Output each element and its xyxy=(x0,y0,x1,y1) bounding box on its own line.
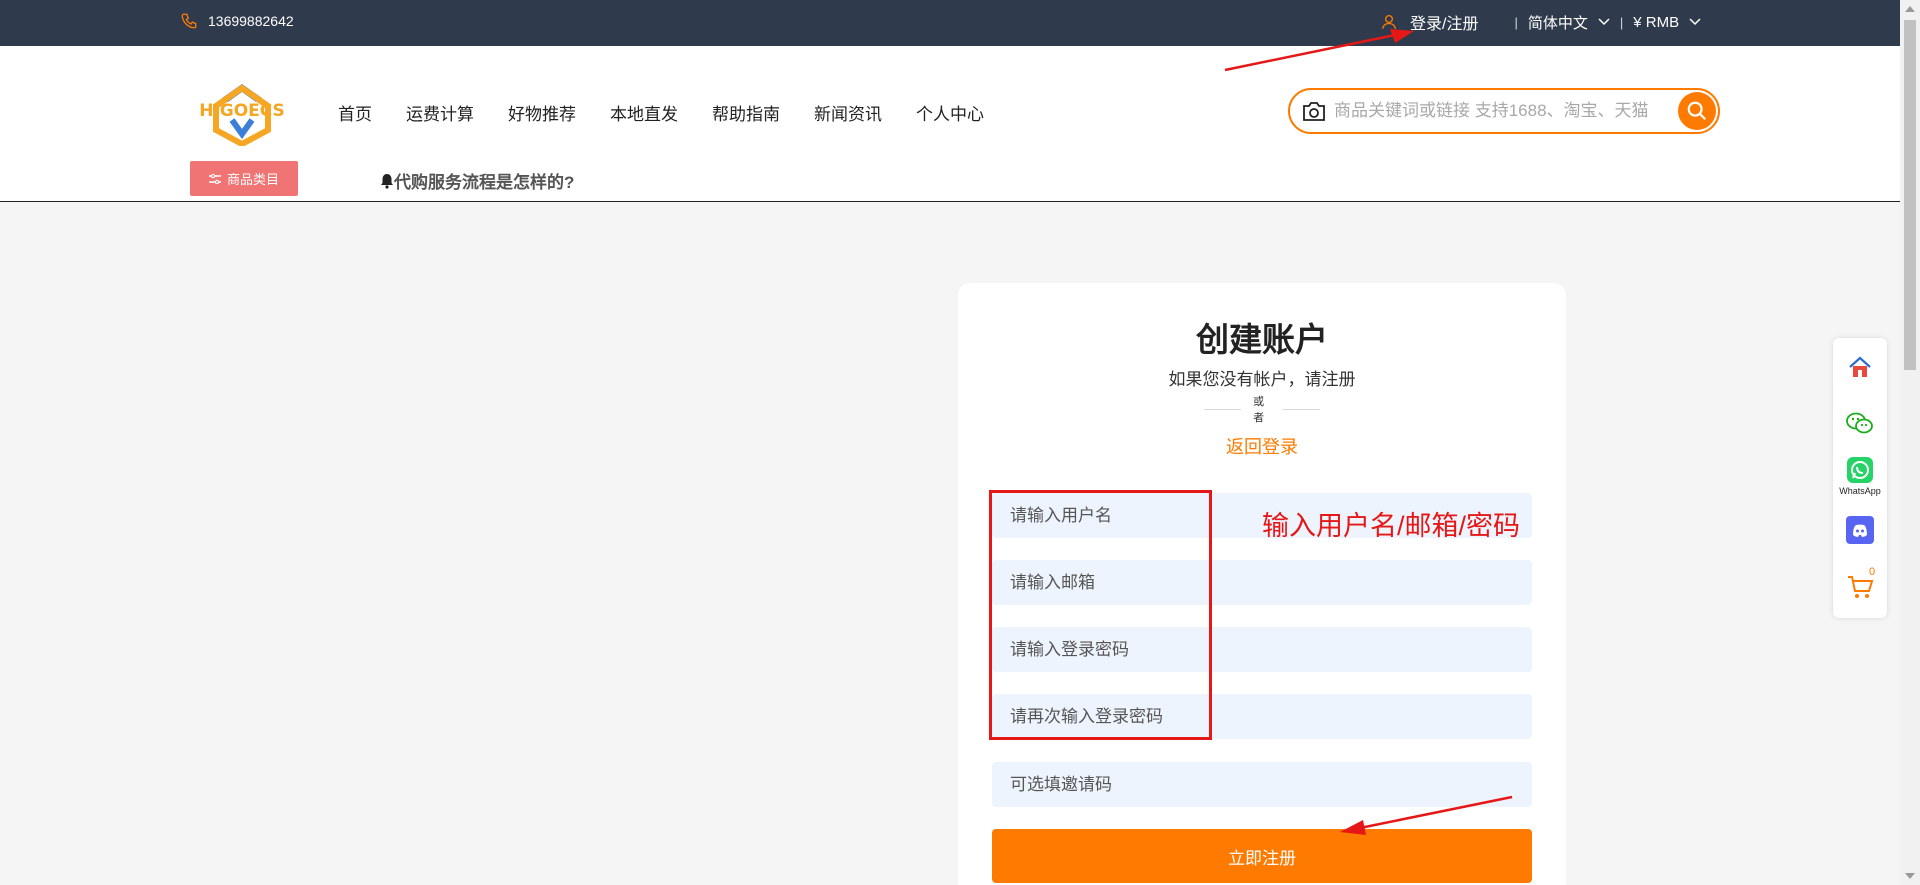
currency-label: ¥ RMB xyxy=(1633,13,1680,31)
logo-wordmark: HIGOECS xyxy=(199,101,285,121)
search-input[interactable] xyxy=(1334,98,1664,124)
search-icon xyxy=(1687,101,1707,121)
nav-recommendations[interactable]: 好物推荐 xyxy=(508,100,576,125)
page-scrollbar[interactable] xyxy=(1900,0,1920,885)
scroll-up-arrow[interactable] xyxy=(1905,6,1915,12)
main-nav: 首页 运费计算 好物推荐 本地直发 帮助指南 新闻资讯 个人中心 xyxy=(338,100,1018,125)
language-select[interactable]: 简体中文 xyxy=(1528,12,1610,33)
nav-local-direct[interactable]: 本地直发 xyxy=(610,100,678,125)
chevron-down-icon xyxy=(1689,18,1701,26)
scroll-down-arrow[interactable] xyxy=(1905,873,1915,879)
divider: | xyxy=(1619,14,1624,30)
home-icon xyxy=(1849,356,1871,377)
search-button[interactable] xyxy=(1678,92,1716,130)
nav-shipping-calculator[interactable]: 运费计算 xyxy=(406,100,474,125)
login-register-label: 登录/注册 xyxy=(1410,16,1479,33)
divider-line xyxy=(1282,408,1320,410)
side-home-button[interactable] xyxy=(1833,354,1887,380)
annotation-label: 输入用户名/邮箱/密码 xyxy=(1262,511,1521,541)
nav-help-guide[interactable]: 帮助指南 xyxy=(712,100,780,125)
wechat-icon xyxy=(1846,412,1873,434)
currency-select[interactable]: ¥ RMB xyxy=(1633,14,1701,31)
scroll-thumb[interactable] xyxy=(1904,20,1916,370)
login-register-link[interactable]: 登录/注册 xyxy=(1380,10,1478,34)
side-toolbar: WhatsApp 0 xyxy=(1833,338,1887,618)
phone-contact[interactable]: 13699882642 xyxy=(180,12,294,30)
discord-icon xyxy=(1846,516,1874,544)
camera-icon[interactable] xyxy=(1302,100,1326,122)
top-bar: 13699882642 登录/注册 | 简体中文 | ¥ RMB xyxy=(0,0,1900,46)
register-button[interactable]: 立即注册 xyxy=(992,829,1532,883)
side-cart-button[interactable]: 0 xyxy=(1833,566,1887,600)
page-subtitle: 如果您没有帐户，请注册 xyxy=(1168,370,1356,389)
bell-icon xyxy=(381,173,393,189)
user-icon xyxy=(1381,14,1397,29)
phone-number: 13699882642 xyxy=(208,13,294,29)
side-discord-button[interactable] xyxy=(1833,516,1887,544)
cart-count-badge: 0 xyxy=(1869,566,1876,578)
phone-icon xyxy=(181,13,197,29)
divider: | xyxy=(1514,14,1518,30)
side-whatsapp-button[interactable]: WhatsApp xyxy=(1833,456,1887,496)
nav-personal-center[interactable]: 个人中心 xyxy=(916,100,984,125)
chevron-down-icon xyxy=(1598,18,1610,26)
side-wechat-button[interactable] xyxy=(1833,411,1887,437)
back-to-login-link[interactable]: 返回登录 xyxy=(958,433,1566,459)
nav-news[interactable]: 新闻资讯 xyxy=(814,100,882,125)
whatsapp-label: WhatsApp xyxy=(1839,486,1881,496)
site-logo[interactable]: HIGOECS xyxy=(188,80,296,148)
language-label: 简体中文 xyxy=(1527,14,1588,32)
nav-home[interactable]: 首页 xyxy=(338,100,372,125)
whatsapp-icon xyxy=(1847,457,1873,483)
site-header: HIGOECS 首页 运费计算 好物推荐 本地直发 帮助指南 新闻资讯 个人中心… xyxy=(0,46,1900,202)
invite-code-input[interactable] xyxy=(992,762,1532,807)
category-button-label: 商品类目 xyxy=(226,172,279,187)
notice-text: 代购服务流程是怎样的? xyxy=(394,173,575,192)
search-bar xyxy=(1288,88,1720,134)
filter-icon xyxy=(208,173,221,184)
service-notice[interactable]: 代购服务流程是怎样的? xyxy=(380,168,574,193)
or-label: 或者 xyxy=(1253,396,1265,424)
annotation-box xyxy=(989,490,1212,740)
or-divider: 或者 xyxy=(1192,396,1332,424)
divider-line xyxy=(1204,408,1242,410)
category-button[interactable]: 商品类目 xyxy=(190,161,298,196)
page-title: 创建账户 xyxy=(1196,321,1328,358)
